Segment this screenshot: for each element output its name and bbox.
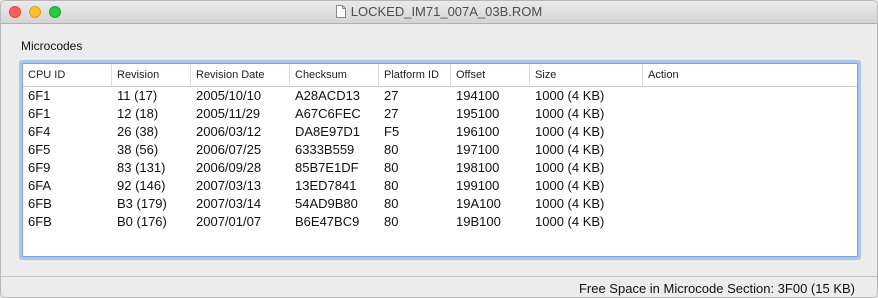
status-bar: Free Space in Microcode Section: 3F00 (1… <box>1 276 877 297</box>
cell-size: 1000 (4 KB) <box>535 106 605 121</box>
cell-action <box>643 105 857 123</box>
cell-size: 1000 (4 KB) <box>535 178 605 193</box>
cell-revision-date: 2005/10/10 <box>196 88 262 103</box>
microcodes-label: Microcodes <box>21 39 83 53</box>
window-title: LOCKED_IM71_007A_03B.ROM <box>350 4 543 19</box>
cell-revision: 92 (146) <box>117 178 166 193</box>
cell-offset: 195100 <box>456 106 500 121</box>
cell-checksum: A67C6FEC <box>295 106 361 121</box>
cell-offset: 194100 <box>456 88 500 103</box>
table-row[interactable]: 6F1 11 (17) 2005/10/10 A28ACD13 27 194100 1000… <box>23 87 857 105</box>
cell-offset: 19A100 <box>456 196 501 211</box>
cell-platform-id: 27 <box>384 88 399 103</box>
cell-platform-id: 27 <box>384 106 399 121</box>
cell-size: 1000 (4 KB) <box>535 142 605 157</box>
cell-checksum: B6E47BC9 <box>295 214 360 229</box>
title-bar: LOCKED_IM71_007A_03B.ROM <box>1 1 877 24</box>
table-row[interactable]: 6FB B0 (176) 2007/01/07 B6E47BC9 80 19B100 100… <box>23 213 857 231</box>
cell-cpu-id: 6F5 <box>28 142 51 157</box>
cell-revision: 38 (56) <box>117 142 159 157</box>
table-row[interactable]: 6FA 92 (146) 2007/03/13 13ED7841 80 199100 100… <box>23 177 857 195</box>
column-header-checksum[interactable]: Checksum <box>290 64 379 86</box>
column-header-size[interactable]: Size <box>530 64 643 86</box>
cell-platform-id: 80 <box>384 160 399 175</box>
cell-size: 1000 (4 KB) <box>535 214 605 229</box>
window-title-area: LOCKED_IM71_007A_03B.ROM <box>1 4 877 20</box>
cell-checksum: 13ED7841 <box>295 178 357 193</box>
cell-revision: B0 (176) <box>117 214 167 229</box>
cell-platform-id: 80 <box>384 142 399 157</box>
cell-action <box>643 159 857 177</box>
cell-size: 1000 (4 KB) <box>535 196 605 211</box>
cell-cpu-id: 6F1 <box>28 106 51 121</box>
table-row[interactable]: 6F1 12 (18) 2005/11/29 A67C6FEC 27 195100 1000… <box>23 105 857 123</box>
cell-revision-date: 2006/03/12 <box>196 124 262 139</box>
column-header-platform-id[interactable]: Platform ID <box>379 64 451 86</box>
table-header: CPU ID Revision Revision Date Checksum Platf… <box>23 64 857 87</box>
cell-cpu-id: 6F4 <box>28 124 51 139</box>
cell-action <box>643 213 857 231</box>
cell-platform-id: 80 <box>384 196 399 211</box>
cell-checksum: 54AD9B80 <box>295 196 358 211</box>
cell-revision-date: 2006/07/25 <box>196 142 262 157</box>
cell-checksum: DA8E97D1 <box>295 124 361 139</box>
cell-revision: B3 (179) <box>117 196 167 211</box>
column-header-action[interactable]: Action <box>643 64 857 86</box>
microcodes-table[interactable]: CPU ID Revision Revision Date Checksum Platf… <box>19 60 861 260</box>
cell-revision: 26 (38) <box>117 124 159 139</box>
cell-offset: 199100 <box>456 178 500 193</box>
cell-revision: 83 (131) <box>117 160 166 175</box>
cell-action <box>643 141 857 159</box>
table-row[interactable]: 6F9 83 (131) 2006/09/28 85B7E1DF 80 198100 100… <box>23 159 857 177</box>
cell-size: 1000 (4 KB) <box>535 124 605 139</box>
cell-revision-date: 2005/11/29 <box>196 106 261 121</box>
table-row[interactable]: 6F5 38 (56) 2006/07/25 6333B559 80 197100 1000… <box>23 141 857 159</box>
cell-action <box>643 87 857 105</box>
cell-checksum: 85B7E1DF <box>295 160 359 175</box>
cell-revision-date: 2007/03/14 <box>196 196 262 211</box>
cell-cpu-id: 6F1 <box>28 88 51 103</box>
cell-checksum: A28ACD13 <box>295 88 361 103</box>
cell-offset: 19B100 <box>456 214 501 229</box>
table-row[interactable]: 6F4 26 (38) 2006/03/12 DA8E97D1 F5 196100 1000… <box>23 123 857 141</box>
cell-revision-date: 2007/01/07 <box>196 214 262 229</box>
column-header-cpu-id[interactable]: CPU ID <box>23 64 112 86</box>
cell-offset: 198100 <box>456 160 500 175</box>
cell-revision: 11 (17) <box>117 88 158 103</box>
cell-platform-id: 80 <box>384 178 399 193</box>
column-header-revision[interactable]: Revision <box>112 64 191 86</box>
cell-size: 1000 (4 KB) <box>535 160 605 175</box>
cell-offset: 197100 <box>456 142 500 157</box>
microcodes-table-inner: CPU ID Revision Revision Date Checksum Platf… <box>22 63 858 257</box>
cell-action <box>643 123 857 141</box>
cell-cpu-id: 6FB <box>28 196 52 211</box>
cell-size: 1000 (4 KB) <box>535 88 605 103</box>
free-space-status: Free Space in Microcode Section: 3F00 (1… <box>578 281 855 296</box>
table-row[interactable]: 6FB B3 (179) 2007/03/14 54AD9B80 80 19A100 100… <box>23 195 857 213</box>
cell-revision-date: 2007/03/13 <box>196 178 262 193</box>
column-header-revision-date[interactable]: Revision Date <box>191 64 290 86</box>
cell-revision-date: 2006/09/28 <box>196 160 262 175</box>
main-window: LOCKED_IM71_007A_03B.ROM Microcodes CPU … <box>0 0 878 298</box>
cell-offset: 196100 <box>456 124 500 139</box>
document-icon <box>335 5 346 18</box>
column-header-offset[interactable]: Offset <box>451 64 530 86</box>
cell-cpu-id: 6FB <box>28 214 52 229</box>
cell-checksum: 6333B559 <box>295 142 355 157</box>
cell-cpu-id: 6F9 <box>28 160 51 175</box>
cell-platform-id: 80 <box>384 214 399 229</box>
cell-action <box>643 177 857 195</box>
cell-action <box>643 195 857 213</box>
cell-cpu-id: 6FA <box>28 178 52 193</box>
cell-revision: 12 (18) <box>117 106 159 121</box>
cell-platform-id: F5 <box>384 124 400 139</box>
